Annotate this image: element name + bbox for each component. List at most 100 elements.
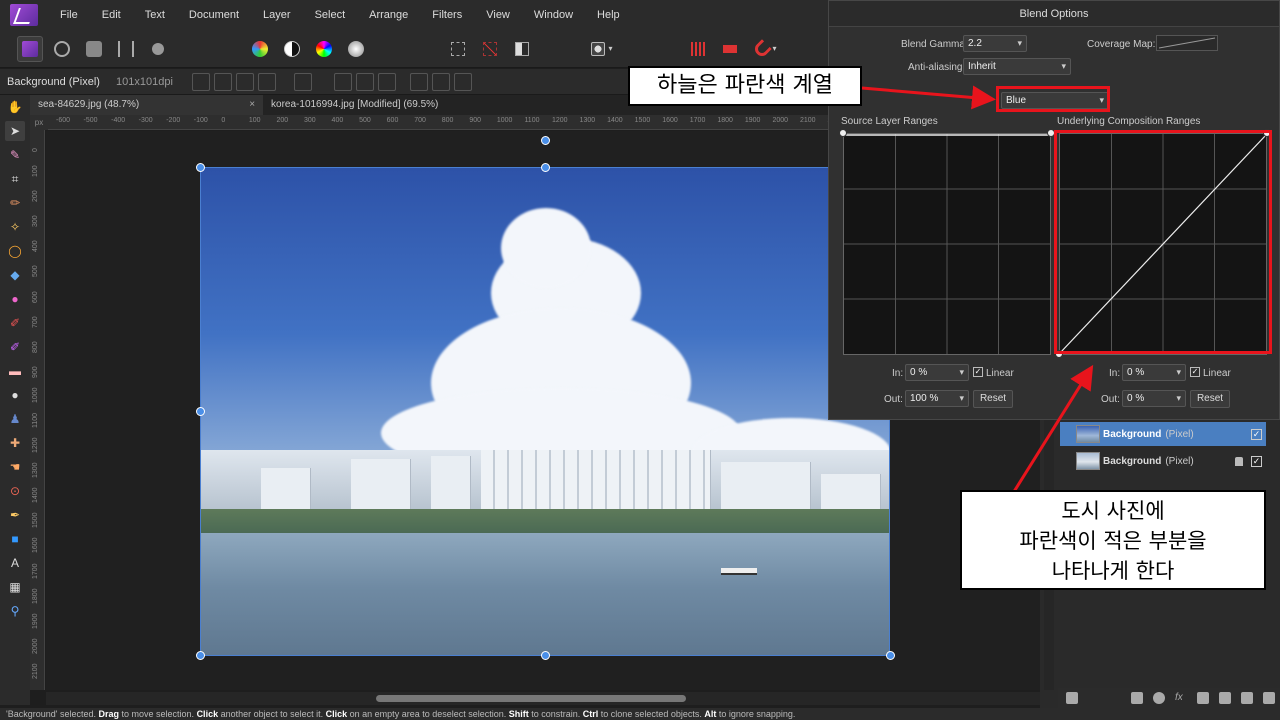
deselect-button[interactable] <box>477 36 503 62</box>
gradient-tool[interactable]: ● <box>5 289 25 309</box>
crop-tool[interactable]: ⌗ <box>5 169 25 189</box>
align-center-button[interactable] <box>356 72 374 91</box>
snapping-guides-button[interactable] <box>717 36 743 62</box>
source-in-select[interactable]: 0 % <box>905 364 969 381</box>
trash-icon[interactable] <box>1263 692 1275 704</box>
menu-filters[interactable]: Filters <box>420 0 474 30</box>
underlying-reset-button[interactable]: Reset <box>1190 390 1230 408</box>
menu-text[interactable]: Text <box>133 0 177 30</box>
source-linear-checkbox[interactable]: ✓ <box>973 367 983 377</box>
rectangle-tool[interactable]: ■ <box>5 529 25 549</box>
align-left-button[interactable] <box>334 72 352 91</box>
quick-mask-button[interactable]: ▾ <box>585 36 619 62</box>
auto-contrast-button[interactable] <box>279 36 305 62</box>
source-reset-button[interactable]: Reset <box>973 390 1013 408</box>
menu-document[interactable]: Document <box>177 0 251 30</box>
menu-help[interactable]: Help <box>585 0 632 30</box>
align-right-button[interactable] <box>378 72 396 91</box>
dpi-label: 101x101dpi <box>116 75 173 88</box>
rotate-handle[interactable] <box>541 136 550 145</box>
handle-top-left[interactable] <box>196 163 205 172</box>
healing-brush-tool[interactable]: ✚ <box>5 433 25 453</box>
tone-mapping-persona-button[interactable] <box>113 36 139 62</box>
view-tool[interactable]: ✋ <box>5 97 25 117</box>
tab-sea[interactable]: sea-84629.jpg (48.7%) × <box>30 95 264 115</box>
menu-file[interactable]: File <box>48 0 90 30</box>
underlying-out-select[interactable]: 0 % <box>1122 390 1186 407</box>
visibility-checkbox[interactable]: ✓ <box>1251 455 1262 467</box>
mask-icon[interactable] <box>1131 692 1143 704</box>
live-filter-icon[interactable] <box>1197 692 1209 704</box>
auto-levels-button[interactable] <box>247 36 273 62</box>
smudge-tool[interactable]: ☚ <box>5 457 25 477</box>
align-middle-button[interactable] <box>432 72 450 91</box>
selection-brush-tool[interactable]: ✏ <box>5 193 25 213</box>
source-start-node[interactable] <box>839 129 847 137</box>
photo-persona-button[interactable] <box>17 35 43 62</box>
auto-white-balance-button[interactable] <box>343 36 369 62</box>
pen-tool[interactable]: ✒ <box>5 505 25 525</box>
color-picker-tool[interactable]: ✎ <box>5 145 25 165</box>
snapping-button[interactable]: ▾ <box>749 36 783 62</box>
liquify-persona-button[interactable] <box>49 36 75 62</box>
visibility-checkbox[interactable]: ✓ <box>1251 428 1262 440</box>
marquee-button[interactable] <box>445 36 471 62</box>
handle-middle-left[interactable] <box>196 407 205 416</box>
handle-top-center[interactable] <box>541 163 550 172</box>
underlying-in-select[interactable]: 0 % <box>1122 364 1186 381</box>
auto-colors-button[interactable] <box>311 36 337 62</box>
handle-bottom-center[interactable] <box>541 651 550 660</box>
scroll-thumb[interactable] <box>376 695 686 702</box>
source-ranges-graph[interactable] <box>843 133 1051 355</box>
text-tool[interactable]: A <box>5 553 25 573</box>
transform-origin-button[interactable] <box>192 72 210 91</box>
source-out-select[interactable]: 100 % <box>905 390 969 407</box>
red-eye-tool[interactable]: ⊙ <box>5 481 25 501</box>
flood-fill-tool[interactable]: ◆ <box>5 265 25 285</box>
coverage-map-curve[interactable] <box>1156 35 1218 51</box>
reset-rotation-button[interactable] <box>294 72 312 91</box>
move-tool[interactable]: ➤ <box>5 121 25 141</box>
adjustment-icon[interactable] <box>1153 692 1165 704</box>
flood-select-tool[interactable]: ✧ <box>5 217 25 237</box>
paint-brush-tool[interactable]: ✐ <box>5 313 25 333</box>
antialiasing-select[interactable]: Inherit <box>963 58 1071 75</box>
menu-select[interactable]: Select <box>303 0 358 30</box>
menu-layer[interactable]: Layer <box>251 0 303 30</box>
layers-stack-icon[interactable] <box>1066 692 1078 704</box>
menu-window[interactable]: Window <box>522 0 585 30</box>
fx-icon[interactable]: fx <box>1175 692 1187 704</box>
transform-separately-button[interactable] <box>258 72 276 91</box>
blend-gamma-select[interactable]: 2.2 <box>963 35 1027 52</box>
menu-edit[interactable]: Edit <box>90 0 133 30</box>
snapping-grid-button[interactable] <box>685 36 711 62</box>
erase-tool[interactable]: ▬ <box>5 361 25 381</box>
horizontal-scrollbar[interactable] <box>46 692 1040 705</box>
handle-bottom-right[interactable] <box>886 651 895 660</box>
document-image[interactable] <box>200 167 890 656</box>
dodge-tool[interactable]: ● <box>5 385 25 405</box>
show-selection-box-button[interactable] <box>214 72 232 91</box>
menu-view[interactable]: View <box>474 0 522 30</box>
pixel-tool[interactable]: ✐ <box>5 337 25 357</box>
align-bottom-button[interactable] <box>454 72 472 91</box>
tab-korea[interactable]: korea-1016994.jpg [Modified] (69.5%) <box>263 95 446 115</box>
export-persona-button[interactable] <box>145 36 171 62</box>
marquee-tool[interactable]: ◯ <box>5 241 25 261</box>
group-icon[interactable] <box>1241 692 1253 704</box>
menu-arrange[interactable]: Arrange <box>357 0 420 30</box>
clone-tool[interactable]: ♟ <box>5 409 25 429</box>
transform-objects-button[interactable] <box>236 72 254 91</box>
pixel-layer-icon[interactable] <box>1219 692 1231 704</box>
layer-row[interactable]: Background (Pixel) ✓ <box>1060 449 1266 473</box>
handle-bottom-left[interactable] <box>196 651 205 660</box>
mesh-warp-tool[interactable]: ▦ <box>5 577 25 597</box>
align-top-button[interactable] <box>410 72 428 91</box>
develop-persona-button[interactable] <box>81 36 107 62</box>
layer-row[interactable]: Background (Pixel) ✓ <box>1060 422 1266 446</box>
lock-icon[interactable] <box>1235 456 1243 466</box>
zoom-tool[interactable]: ⚲ <box>5 601 25 621</box>
underlying-linear-checkbox[interactable]: ✓ <box>1190 367 1200 377</box>
invert-selection-button[interactable] <box>509 36 535 62</box>
close-icon[interactable]: × <box>249 95 255 115</box>
